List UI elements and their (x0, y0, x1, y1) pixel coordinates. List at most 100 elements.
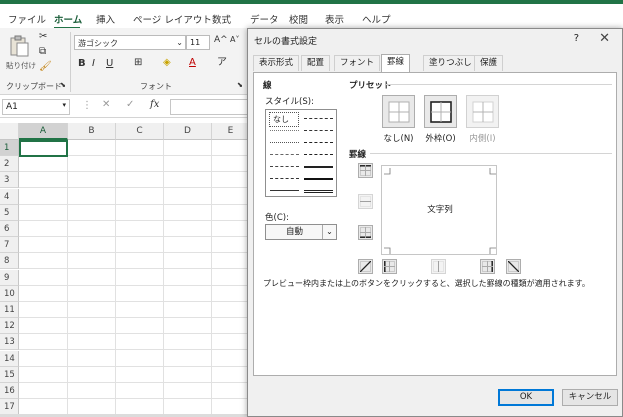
tab-file[interactable]: ファイル (8, 12, 46, 26)
line-style-option[interactable] (304, 142, 333, 143)
row-header-4[interactable]: 4 (0, 188, 19, 205)
row-header-5[interactable]: 5 (0, 204, 19, 221)
line-style-option[interactable] (304, 178, 333, 180)
tab-font[interactable]: フォント (334, 55, 381, 71)
clipboard-launcher-icon[interactable]: ⬊ (60, 82, 66, 89)
select-all-corner[interactable] (0, 123, 19, 140)
row-header-14[interactable]: 14 (0, 350, 19, 367)
preset-none-button[interactable] (382, 95, 415, 128)
chevron-down-icon: ⌄ (322, 225, 336, 239)
tab-review[interactable]: 校閲 (289, 12, 308, 26)
underline-icon[interactable]: U (106, 59, 113, 69)
row-header-15[interactable]: 15 (0, 366, 19, 383)
worksheet-grid[interactable]: A B C D E 1 2 3 4 5 6 7 8 9 10 11 12 13 14 15 16 17 (0, 123, 250, 417)
line-style-option[interactable] (270, 142, 299, 143)
line-style-option[interactable] (304, 118, 333, 119)
row-header-2[interactable]: 2 (0, 156, 19, 173)
help-button[interactable]: ? (574, 33, 579, 44)
tab-formulas[interactable]: 数式 (212, 12, 231, 26)
bold-icon[interactable]: B (78, 59, 86, 69)
font-launcher-icon[interactable]: ⬊ (237, 82, 243, 89)
row-header-13[interactable]: 13 (0, 334, 19, 351)
phonetic-icon[interactable]: ア (217, 58, 227, 68)
ribbon-tab-bar: ファイル ホーム 挿入 ページ レイアウト 数式 データ 校閲 表示 ヘルプ (0, 0, 623, 29)
row-header-17[interactable]: 17 (0, 399, 19, 416)
line-style-option[interactable] (270, 130, 299, 131)
tab-view[interactable]: 表示 (325, 12, 344, 26)
cancel-entry-icon[interactable]: ✕ (102, 100, 110, 110)
row-header-1[interactable]: 1 (0, 140, 19, 156)
borders-icon[interactable]: ⊞ (134, 58, 142, 68)
line-style-option[interactable] (270, 154, 299, 155)
row-header-10[interactable]: 10 (0, 285, 19, 302)
line-style-option[interactable] (270, 166, 299, 167)
row-header-8[interactable]: 8 (0, 253, 19, 270)
active-cell[interactable] (19, 140, 68, 157)
border-bottom-button[interactable] (358, 225, 373, 240)
cut-icon[interactable]: ✂ (39, 32, 47, 42)
column-header-d[interactable]: D (164, 123, 212, 140)
ok-button[interactable]: OK (498, 389, 554, 406)
font-name-box[interactable]: 游ゴシック ⌄ (74, 35, 186, 50)
tab-page-layout[interactable]: ページ レイアウト (133, 12, 212, 26)
tab-number-format[interactable]: 表示形式 (253, 55, 300, 71)
copy-icon[interactable]: ⧉ (39, 47, 46, 57)
tab-home[interactable]: ホーム (54, 12, 82, 26)
border-top-button[interactable] (358, 163, 373, 178)
row-header-7[interactable]: 7 (0, 237, 19, 254)
column-header-b[interactable]: B (68, 123, 116, 140)
fill-color-icon[interactable]: ◈ (163, 58, 171, 68)
line-style-option[interactable] (304, 190, 333, 193)
line-style-none[interactable]: なし (269, 112, 299, 127)
border-left-button[interactable] (382, 259, 397, 274)
paste-button[interactable]: 貼り付け (4, 32, 36, 76)
insert-function-icon[interactable]: fx (150, 100, 159, 110)
close-button[interactable]: ✕ (599, 31, 610, 46)
italic-icon[interactable]: I (92, 59, 95, 69)
border-right-button[interactable] (480, 259, 495, 274)
tab-help[interactable]: ヘルプ (362, 12, 391, 26)
name-box[interactable]: A1 ▾ (2, 99, 70, 115)
line-style-option[interactable] (304, 130, 333, 131)
presets-section-label: プリセット (349, 81, 392, 91)
line-color-select[interactable]: 自動 ⌄ (265, 224, 337, 240)
font-group-label: フォント (140, 82, 172, 91)
font-size-box[interactable]: 11 (186, 35, 210, 50)
border-preview[interactable]: 文字列 (381, 165, 497, 255)
line-style-option[interactable] (270, 178, 299, 179)
row-header-16[interactable]: 16 (0, 383, 19, 399)
border-diagonal-down-button[interactable] (506, 259, 521, 274)
tab-protection[interactable]: 保護 (474, 55, 504, 71)
row-header-6[interactable]: 6 (0, 221, 19, 237)
row-header-11[interactable]: 11 (0, 302, 19, 318)
font-color-icon[interactable]: A (189, 58, 196, 68)
enter-icon[interactable]: ✓ (126, 100, 134, 110)
line-style-option[interactable] (304, 154, 333, 155)
cancel-button[interactable]: キャンセル (562, 389, 618, 406)
line-style-list[interactable]: なし (265, 109, 337, 197)
line-style-option[interactable] (270, 190, 299, 191)
border-diagonal-up-button[interactable] (358, 259, 373, 274)
preset-outline-button[interactable] (424, 95, 457, 128)
shrink-font-icon[interactable]: A˅ (230, 36, 239, 44)
presets-separator (386, 84, 612, 85)
style-label: スタイル(S): (265, 97, 314, 107)
column-header-c[interactable]: C (116, 123, 164, 140)
grow-font-icon[interactable]: A^ (214, 36, 228, 45)
formula-input[interactable] (170, 99, 250, 115)
border-hint-text: プレビュー枠内または上のボタンをクリックすると、選択した罫線の種類が適用されます… (263, 279, 590, 288)
tab-insert[interactable]: 挿入 (96, 12, 115, 26)
row-header-3[interactable]: 3 (0, 172, 19, 189)
tab-border[interactable]: 罫線 (381, 54, 411, 72)
line-style-option[interactable] (304, 166, 333, 168)
column-header-e[interactable]: E (212, 123, 250, 140)
paste-icon (10, 35, 29, 57)
tab-fill[interactable]: 塗りつぶし (423, 55, 478, 71)
column-header-a[interactable]: A (19, 123, 68, 140)
format-painter-icon[interactable]: 🖌 (39, 62, 52, 72)
row-header-12[interactable]: 12 (0, 318, 19, 335)
row-header-9[interactable]: 9 (0, 269, 19, 286)
diagonal-down-icon (508, 261, 519, 272)
tab-data[interactable]: データ (250, 12, 279, 26)
tab-alignment[interactable]: 配置 (301, 55, 331, 71)
